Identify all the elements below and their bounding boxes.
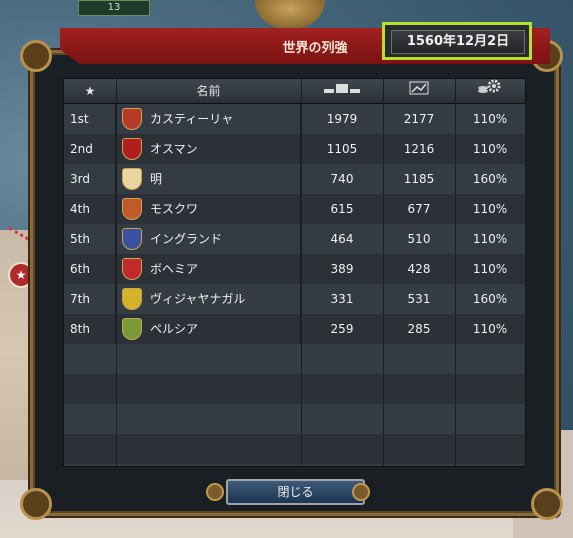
corner-ornament	[20, 40, 52, 72]
cell-value: 389	[301, 254, 384, 284]
development-bars-icon[interactable]	[301, 79, 384, 103]
cell-value: 110%	[455, 194, 526, 224]
rank: 7th	[64, 284, 116, 314]
cell-value: 2177	[383, 104, 456, 134]
country-flag-icon	[122, 228, 142, 250]
date-display: 1560年12月2日	[382, 22, 532, 60]
cell-value: 510	[383, 224, 456, 254]
rank: 1st	[64, 104, 116, 134]
country-flag-icon	[122, 318, 142, 340]
cell-value: 428	[383, 254, 456, 284]
country-name[interactable]: ボヘミア	[116, 254, 301, 284]
great-powers-table: ★ 名前 1st カスティーリャ 1979 2177 110% 2nd オスマン…	[63, 78, 526, 467]
button-ornament	[206, 483, 224, 501]
cell-value: 160%	[455, 164, 526, 194]
column-divider	[455, 79, 456, 466]
cell-value: 110%	[455, 134, 526, 164]
column-divider	[301, 79, 302, 466]
coins-gear-icon[interactable]	[455, 79, 525, 103]
cell-value: 531	[383, 284, 456, 314]
cell-value: 740	[301, 164, 384, 194]
cell-value: 1105	[301, 134, 384, 164]
corner-ornament	[20, 488, 52, 520]
country-flag-icon	[122, 288, 142, 310]
country-name[interactable]: オスマン	[116, 134, 301, 164]
window-title: 世界の列強	[282, 41, 348, 56]
cell-value: 110%	[455, 314, 526, 344]
column-divider	[383, 79, 384, 466]
country-name[interactable]: イングランド	[116, 224, 301, 254]
rank: 4th	[64, 194, 116, 224]
cell-value: 160%	[455, 284, 526, 314]
cell-value: 259	[301, 314, 384, 344]
cell-value: 285	[383, 314, 456, 344]
rank: 5th	[64, 224, 116, 254]
cell-value: 110%	[455, 224, 526, 254]
top-ui-stub[interactable]: 13	[78, 0, 150, 16]
country-name[interactable]: モスクワ	[116, 194, 301, 224]
cell-value: 110%	[455, 104, 526, 134]
cell-value: 331	[301, 284, 384, 314]
column-name[interactable]: 名前	[116, 79, 302, 103]
cell-value: 464	[301, 224, 384, 254]
cell-value: 110%	[455, 254, 526, 284]
cell-value: 1185	[383, 164, 456, 194]
button-ornament	[352, 483, 370, 501]
country-flag-icon	[122, 258, 142, 280]
country-name[interactable]: ヴィジャヤナガル	[116, 284, 301, 314]
rank: 3rd	[64, 164, 116, 194]
cell-value: 615	[301, 194, 384, 224]
country-flag-icon	[122, 108, 142, 130]
country-name[interactable]: 明	[116, 164, 301, 194]
star-icon[interactable]: ★	[64, 79, 117, 103]
rank: 6th	[64, 254, 116, 284]
country-flag-icon	[122, 138, 142, 160]
close-button[interactable]: 閉じる	[226, 479, 365, 505]
trend-chart-icon[interactable]	[383, 79, 456, 103]
country-flag-icon	[122, 168, 142, 190]
corner-ornament	[531, 488, 563, 520]
rank: 8th	[64, 314, 116, 344]
date-text: 1560年12月2日	[391, 30, 525, 54]
cell-value: 1216	[383, 134, 456, 164]
rank: 2nd	[64, 134, 116, 164]
country-name[interactable]: カスティーリャ	[116, 104, 301, 134]
country-flag-icon	[122, 198, 142, 220]
cell-value: 1979	[301, 104, 384, 134]
country-name[interactable]: ペルシア	[116, 314, 301, 344]
column-divider	[116, 79, 117, 466]
cell-value: 677	[383, 194, 456, 224]
